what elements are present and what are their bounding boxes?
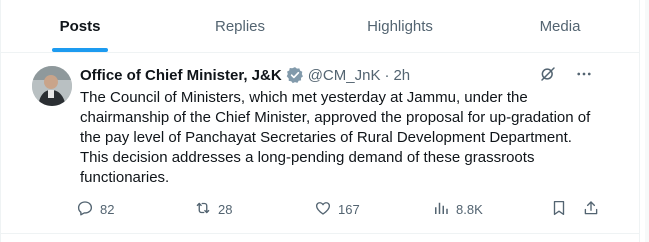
tab-posts[interactable]: Posts (0, 0, 160, 52)
grok-icon[interactable] (539, 65, 557, 87)
profile-tabs: Posts Replies Highlights Media (0, 0, 640, 53)
tab-replies[interactable]: Replies (160, 0, 320, 52)
reply-icon (76, 199, 94, 220)
avatar-photo (32, 66, 72, 106)
tab-media[interactable]: Media (480, 0, 640, 52)
view-count: 8.8K (456, 201, 483, 217)
bookmark-button[interactable] (550, 199, 582, 220)
tab-posts-label: Posts (59, 17, 101, 35)
repost-button[interactable]: 28 (194, 199, 314, 220)
repost-icon (194, 199, 212, 220)
author-handle[interactable]: @CM_JnK (308, 67, 381, 84)
post-text: The Council of Ministers, which met yest… (80, 89, 591, 186)
share-button[interactable] (582, 199, 602, 220)
post-header-actions (539, 65, 593, 87)
author-name[interactable]: Office of Chief Minister, J&K (80, 67, 282, 84)
tab-media-label: Media (539, 17, 581, 35)
tab-highlights[interactable]: Highlights (320, 0, 480, 52)
meta-separator: · (384, 66, 390, 84)
like-count: 167 (338, 201, 360, 217)
post-header: Office of Chief Minister, J&K @CM_JnK · … (80, 65, 633, 85)
more-options-icon[interactable] (575, 65, 593, 87)
post-time[interactable]: 2h (393, 67, 410, 84)
reply-count: 82 (100, 201, 115, 217)
active-tab-indicator (52, 48, 108, 52)
views-button[interactable]: 8.8K (432, 199, 550, 220)
bookmark-icon (550, 199, 568, 220)
like-button[interactable]: 167 (314, 199, 432, 220)
avatar[interactable] (32, 66, 72, 106)
verified-badge-icon[interactable] (286, 66, 304, 84)
repost-count: 28 (218, 201, 233, 217)
tab-replies-label: Replies (214, 17, 266, 35)
reply-button[interactable]: 82 (76, 199, 194, 220)
post-actions: 82 28 167 8.8K (76, 198, 604, 220)
analytics-icon (432, 199, 450, 220)
heart-icon (314, 199, 332, 220)
scrollbar-track[interactable] (645, 0, 649, 242)
share-icon (582, 199, 600, 220)
tab-highlights-label: Highlights (367, 17, 433, 35)
